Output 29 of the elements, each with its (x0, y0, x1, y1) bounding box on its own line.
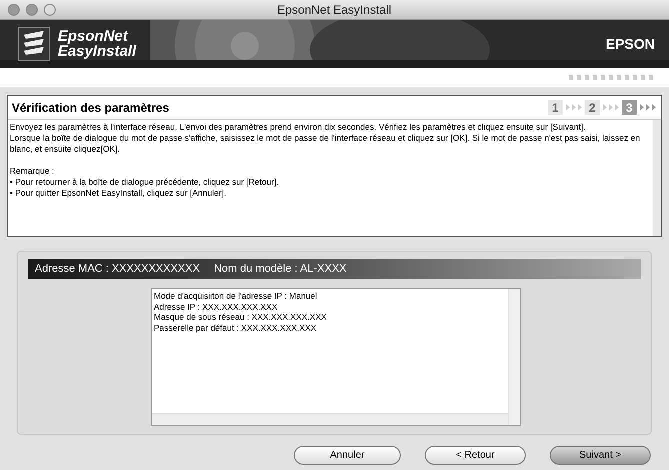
setting-line: Adresse IP : XXX.XXX.XXX.XXX (154, 302, 279, 312)
chevrons-icon (602, 104, 620, 111)
product-name: EpsonNet (58, 29, 130, 44)
instruction-text: Lorsque la boîte de dialogue du mot de passe s'affiche, saisissez le mot de passe de l'interface réseau et cliquez sur [OK]. Si le mot de passe n'est pas saisi, laissez en blanc, et ensuite cliquez[OK]. (10, 133, 642, 155)
setting-line: Mode d'acquisiiton de l'adresse IP : Manuel (154, 291, 318, 302)
note-text: • Pour quitter EpsonNet EasyInstall, cliquez sur [Annuler]. (10, 188, 228, 199)
model-name: Nom du modèle : AL-XXXX (214, 262, 347, 277)
note-text: Remarque : (10, 166, 56, 177)
brand-name: EPSON (606, 34, 655, 54)
panel-title: Vérification des paramètres (12, 100, 170, 116)
step-indicator: 1 (548, 100, 563, 115)
chevrons-icon (565, 104, 583, 111)
window-control-icon[interactable] (8, 4, 20, 16)
setting-line: Passerelle par défaut : XXX.XXX.XXX.XXX (154, 322, 318, 333)
product-name: EasyInstall (58, 44, 136, 59)
logo-icon (18, 27, 50, 61)
setting-line: Masque de sous réseau : XXX.XXX.XXX.XXX (154, 312, 328, 322)
step-indicator: 2 (585, 100, 600, 115)
window-title: EpsonNet EasyInstall (277, 2, 392, 19)
window-control-icon[interactable] (44, 4, 56, 16)
window-control-icon[interactable] (26, 4, 38, 16)
dialog-button[interactable]: Suivant > (550, 446, 651, 465)
instruction-text: Envoyez les paramètres à l'interface réseau. L'envoi des paramètres prend environ dix secondes. Vérifiez les paramètres et cliquez ensuite sur [Suivant]. (10, 122, 587, 133)
dialog-button[interactable]: < Retour (425, 446, 526, 465)
mac-address: Adresse MAC : XXXXXXXXXXXX (35, 262, 200, 277)
chevrons-icon (639, 104, 657, 111)
step-indicator: 3 (622, 100, 637, 115)
note-text: • Pour retourner à la boîte de dialogue précédente, cliquez sur [Retour]. (10, 177, 280, 188)
dialog-button[interactable]: Annuler (294, 446, 401, 465)
